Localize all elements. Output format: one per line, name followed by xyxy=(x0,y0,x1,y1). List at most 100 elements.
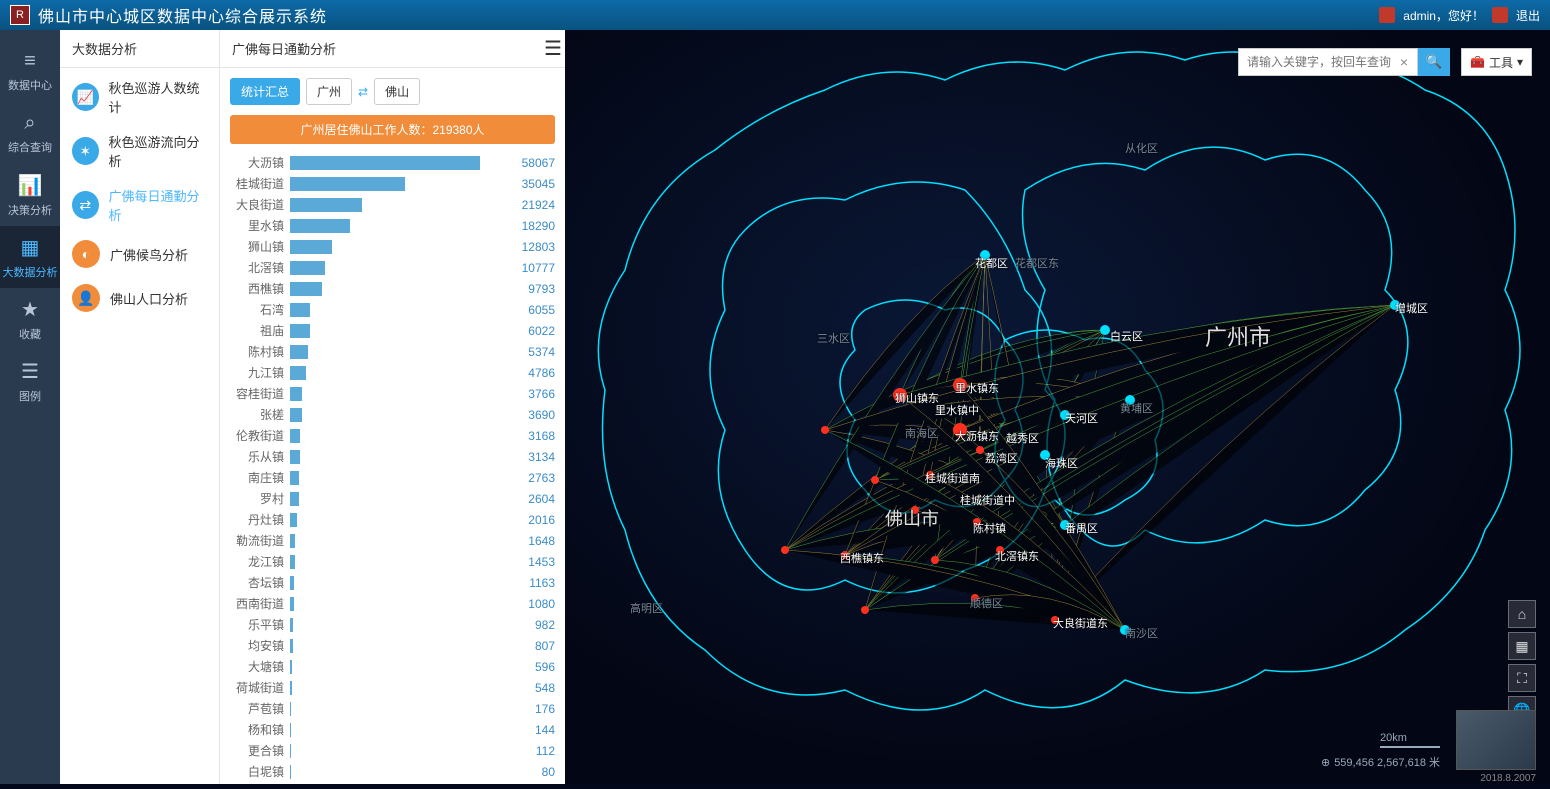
bar-row: 罗村 2604 xyxy=(230,488,555,509)
sub-label: 秋色巡游人数统计 xyxy=(109,78,207,116)
bar-label: 杏坛镇 xyxy=(230,574,290,591)
tools-dropdown[interactable]: 🧰 工具 ▾ xyxy=(1461,48,1532,76)
toolbox-icon: 🧰 xyxy=(1470,55,1485,69)
hamburger-icon[interactable]: ☰ xyxy=(541,36,565,61)
bar-row: 芦苞镇176 xyxy=(230,698,555,719)
clear-icon[interactable]: × xyxy=(1400,54,1408,70)
bar-label: 杨和镇 xyxy=(230,721,290,738)
sub-item[interactable]: ◐广佛候鸟分析 xyxy=(60,232,219,276)
bar-fill xyxy=(290,177,405,191)
bar-fill xyxy=(290,639,293,653)
bar-value: 2604 xyxy=(522,492,555,506)
bar-row: 更合镇112 xyxy=(230,740,555,761)
map-controls: ⌂ ▦ ⛶ 🌐 xyxy=(1508,600,1536,724)
bar-row: 大良街道21924 xyxy=(230,194,555,215)
bar-value: 144 xyxy=(529,723,555,737)
sub-label: 广佛每日通勤分析 xyxy=(109,186,207,224)
swap-icon[interactable]: ⇄ xyxy=(358,85,368,99)
nav-label: 数据中心 xyxy=(8,77,52,93)
bar-value: 596 xyxy=(529,660,555,674)
layers-button[interactable]: ▦ xyxy=(1508,632,1536,660)
tab-foshan[interactable]: 佛山 xyxy=(374,78,420,105)
bar-label: 乐平镇 xyxy=(230,616,290,633)
bar-value: 3134 xyxy=(522,450,555,464)
nav-item-图例[interactable]: ☰图例 xyxy=(0,350,60,412)
nav-item-综合查询[interactable]: ⌕综合查询 xyxy=(0,102,60,164)
bar-row: 杏坛镇 1163 xyxy=(230,572,555,593)
bar-value: 807 xyxy=(529,639,555,653)
nav-icon: 📊 xyxy=(18,173,43,198)
map-canvas[interactable]: 广州市 佛山市 白云区 天河区 海珠区 番禺区 花都区 花都区东 从化区 增城区… xyxy=(565,30,1550,784)
bar-fill xyxy=(290,240,332,254)
bar-fill xyxy=(290,681,292,695)
bar-value: 9793 xyxy=(522,282,555,296)
bar-fill xyxy=(290,597,294,611)
search-input[interactable] xyxy=(1238,48,1418,76)
sub-label: 秋色巡游流向分析 xyxy=(109,132,207,170)
logo-icon: R xyxy=(10,5,30,25)
bar-label: 石湾 xyxy=(230,301,290,318)
home-button[interactable]: ⌂ xyxy=(1508,600,1536,628)
bar-row: 乐从镇 3134 xyxy=(230,446,555,467)
bar-fill xyxy=(290,555,295,569)
sub-item[interactable]: 📈秋色巡游人数统计 xyxy=(60,70,219,124)
tab-guangzhou[interactable]: 广州 xyxy=(306,78,352,105)
bar-row: 狮山镇12803 xyxy=(230,236,555,257)
bar-label: 乐从镇 xyxy=(230,448,290,465)
sub-item[interactable]: ⇄广佛每日通勤分析 xyxy=(60,178,219,232)
bar-row: 大塘镇 596 xyxy=(230,656,555,677)
bar-row: 石湾6055 xyxy=(230,299,555,320)
logout-icon[interactable] xyxy=(1492,7,1508,23)
bar-label: 容桂街道 xyxy=(230,385,290,402)
bar-row: 荷城街道 548 xyxy=(230,677,555,698)
search-box: × 🔍 xyxy=(1238,48,1450,76)
bar-fill xyxy=(290,534,295,548)
bar-label: 北滘镇 xyxy=(230,259,290,276)
bar-row: 勒流街道1648 xyxy=(230,530,555,551)
bar-label: 狮山镇 xyxy=(230,238,290,255)
nav-label: 大数据分析 xyxy=(3,264,58,280)
bar-row: 均安镇 807 xyxy=(230,635,555,656)
bar-fill xyxy=(290,366,306,380)
bar-label: 大良街道 xyxy=(230,196,290,213)
minimap[interactable] xyxy=(1456,710,1536,770)
search-button[interactable]: 🔍 xyxy=(1418,48,1450,76)
bar-label: 陈村镇 xyxy=(230,343,290,360)
bar-value: 548 xyxy=(529,681,555,695)
bar-value: 3766 xyxy=(522,387,555,401)
bar-value: 3690 xyxy=(522,408,555,422)
bar-label: 桂城街道 xyxy=(230,175,290,192)
scale-bar: 20km xyxy=(1380,732,1440,748)
nav-item-决策分析[interactable]: 📊决策分析 xyxy=(0,164,60,226)
bar-row: 南庄镇2763 xyxy=(230,467,555,488)
bar-fill xyxy=(290,618,293,632)
breadcrumb-1: 大数据分析 xyxy=(60,30,220,67)
sub-icon: 👤 xyxy=(72,284,100,312)
bar-value: 1080 xyxy=(522,597,555,611)
sub-item[interactable]: ✶ 秋色巡游流向分析 xyxy=(60,124,219,178)
bar-label: 均安镇 xyxy=(230,637,290,654)
tab-summary[interactable]: 统计汇总 xyxy=(230,78,300,105)
bar-row: 北滘镇 10777 xyxy=(230,257,555,278)
bar-fill xyxy=(290,492,299,506)
nav-item-数据中心[interactable]: ≡数据中心 xyxy=(0,40,60,102)
fullscreen-button[interactable]: ⛶ xyxy=(1508,664,1536,692)
bar-value: 10777 xyxy=(516,261,555,275)
bar-label: 荷城街道 xyxy=(230,679,290,696)
bar-fill xyxy=(290,303,310,317)
bar-value: 1163 xyxy=(523,576,555,590)
bar-row: 杨和镇 144 xyxy=(230,719,555,740)
logout-button[interactable]: 退出 xyxy=(1516,7,1540,24)
bar-value: 18290 xyxy=(516,219,555,233)
nav-item-大数据分析[interactable]: ▦大数据分析 xyxy=(0,226,60,288)
nav-item-收藏[interactable]: ★收藏 xyxy=(0,288,60,350)
bar-fill xyxy=(290,156,480,170)
sub-icon: ✶ xyxy=(72,137,99,165)
analysis-panel: 大数据分析 广佛每日通勤分析 ☰ 📈秋色巡游人数统计 ✶ 秋色巡游流向分析 ⇄广佛每日… xyxy=(60,30,565,784)
sub-item[interactable]: 👤佛山人口分析 xyxy=(60,276,219,320)
bar-value: 982 xyxy=(529,618,555,632)
bar-value: 2016 xyxy=(522,513,555,527)
bar-label: 罗村 xyxy=(230,490,290,507)
bar-row: 容桂街道 3766 xyxy=(230,383,555,404)
bar-label: 大塘镇 xyxy=(230,658,290,675)
